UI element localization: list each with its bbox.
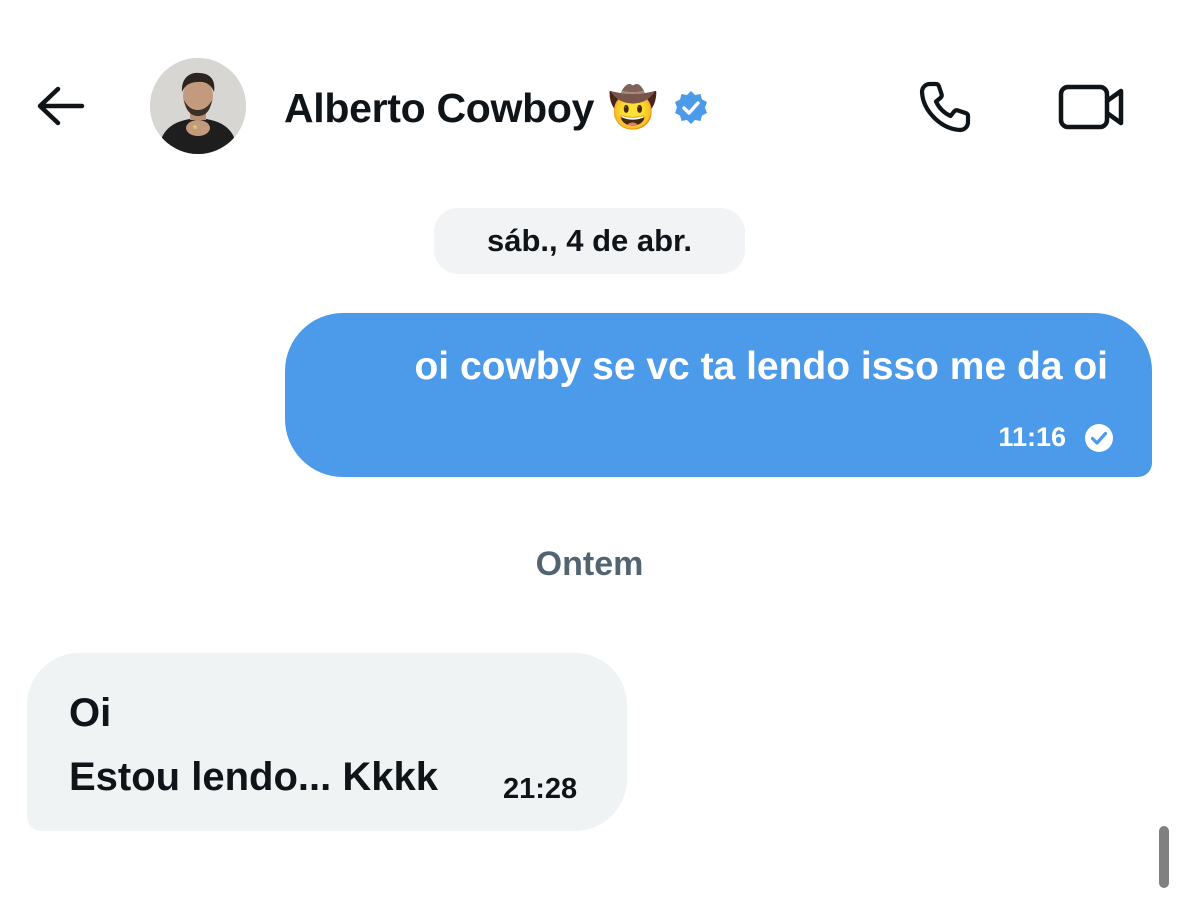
back-button[interactable] <box>30 80 90 132</box>
contact-title[interactable]: Alberto Cowboy 🤠 <box>284 78 710 138</box>
incoming-message-line: Estou lendo... Kkkk <box>69 755 438 799</box>
outgoing-message-bubble[interactable]: oi cowby se vc ta lendo isso me da oi 11… <box>285 313 1152 477</box>
phone-icon <box>919 81 971 133</box>
video-call-button[interactable] <box>1054 76 1130 138</box>
outgoing-message-text: oi cowby se vc ta lendo isso me da oi <box>414 345 1108 388</box>
cowboy-emoji: 🤠 <box>608 85 658 131</box>
arrow-left-icon <box>37 86 85 126</box>
incoming-message-time: 21:28 <box>503 773 578 805</box>
contact-name: Alberto Cowboy <box>284 84 595 131</box>
incoming-message-line: Oi <box>69 691 112 735</box>
scrollbar[interactable] <box>1159 826 1169 888</box>
day-separator: Ontem <box>535 545 644 583</box>
video-camera-icon <box>1058 84 1124 130</box>
verified-badge-icon <box>672 89 710 127</box>
incoming-message-bubble[interactable]: Oi Estou lendo... Kkkk 21:28 <box>27 653 627 831</box>
date-separator: sáb., 4 de abr. <box>434 208 745 274</box>
contact-photo <box>150 58 246 154</box>
dm-conversation-screen: Alberto Cowboy 🤠 sáb., 4 de abr. oi cowb… <box>0 0 1179 898</box>
outgoing-message-meta: 11:16 <box>998 422 1114 453</box>
outgoing-message-time: 11:16 <box>998 422 1066 452</box>
avatar[interactable] <box>150 58 246 154</box>
read-check-icon <box>1085 423 1113 452</box>
call-button[interactable] <box>912 74 978 140</box>
conversation-header: Alberto Cowboy 🤠 <box>0 0 1179 200</box>
